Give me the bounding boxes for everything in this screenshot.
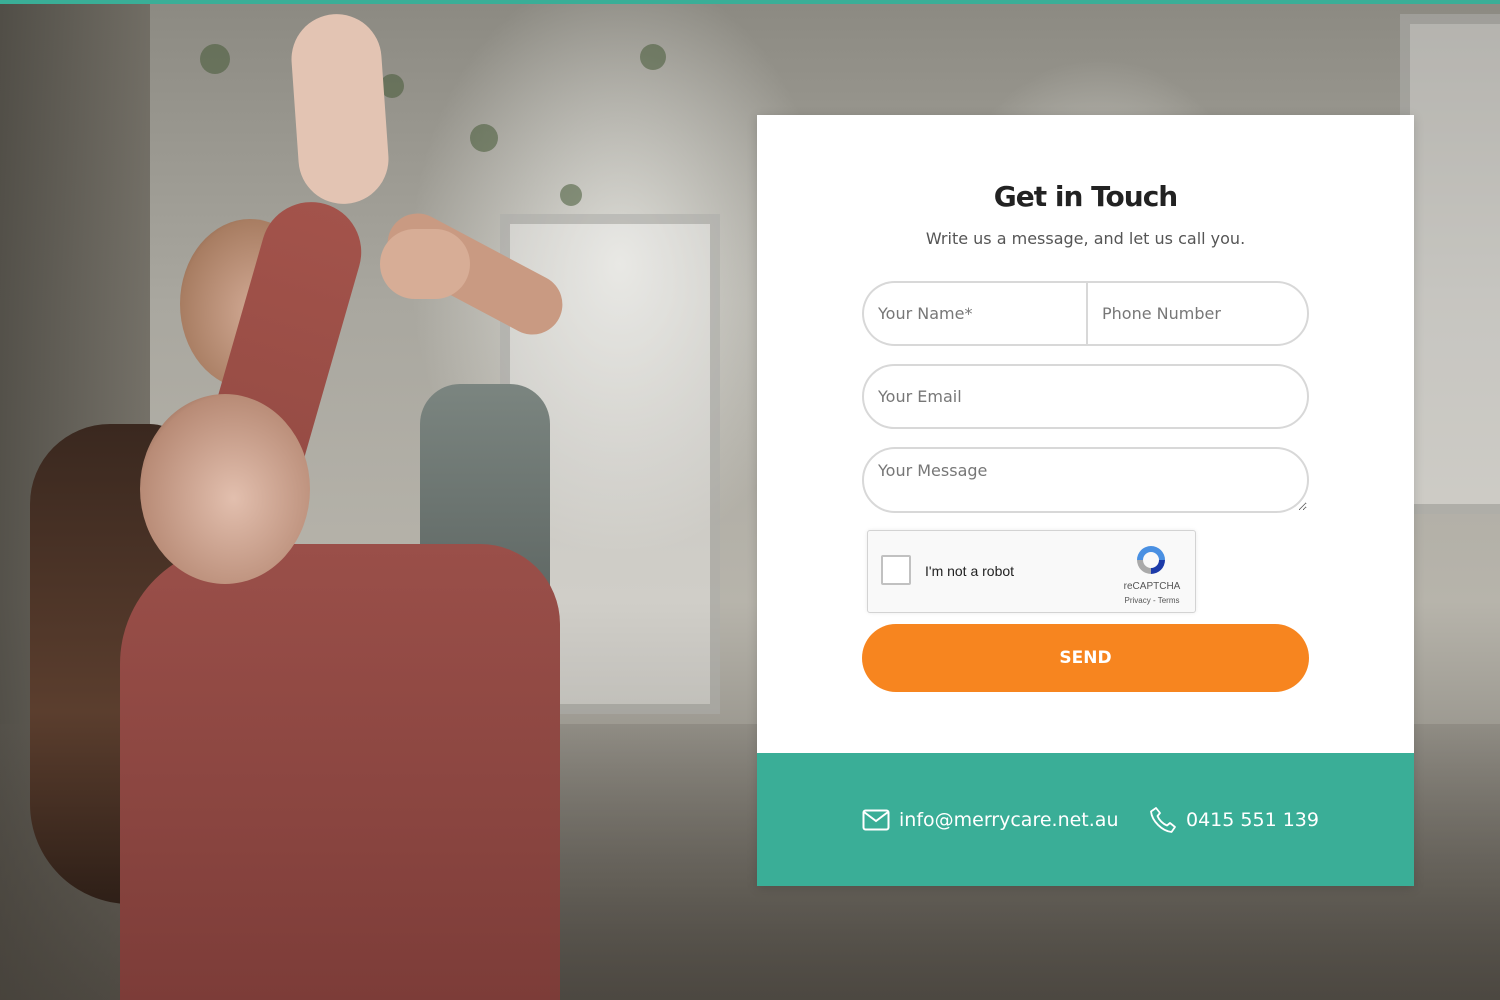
- phone-link[interactable]: 0415 551 139: [1149, 806, 1319, 834]
- phone-input[interactable]: [1086, 281, 1309, 346]
- form-subtitle: Write us a message, and let us call you.: [925, 229, 1246, 248]
- email-input[interactable]: [862, 364, 1309, 429]
- phone-text: 0415 551 139: [1186, 809, 1319, 831]
- student-figure: [120, 544, 560, 1000]
- email-text: info@merrycare.net.au: [899, 809, 1119, 831]
- email-link[interactable]: info@merrycare.net.au: [862, 806, 1118, 834]
- recaptcha-checkbox[interactable]: [881, 555, 911, 585]
- recaptcha-brand: reCAPTCHA: [1123, 581, 1181, 592]
- recaptcha-links[interactable]: Privacy - Terms: [1118, 596, 1186, 605]
- recaptcha-label: I'm not a robot: [925, 563, 1015, 579]
- envelope-icon: [862, 809, 890, 831]
- send-button[interactable]: SEND: [862, 624, 1309, 692]
- phone-icon: [1150, 807, 1176, 833]
- message-textarea[interactable]: [862, 447, 1309, 513]
- recaptcha-widget: I'm not a robot reCAPTCHA Privacy - Term…: [867, 530, 1196, 613]
- name-input[interactable]: [862, 281, 1088, 346]
- form-title: Get in Touch: [993, 180, 1178, 213]
- field-divider: [1086, 283, 1088, 344]
- recaptcha-logo-icon: [1137, 546, 1165, 574]
